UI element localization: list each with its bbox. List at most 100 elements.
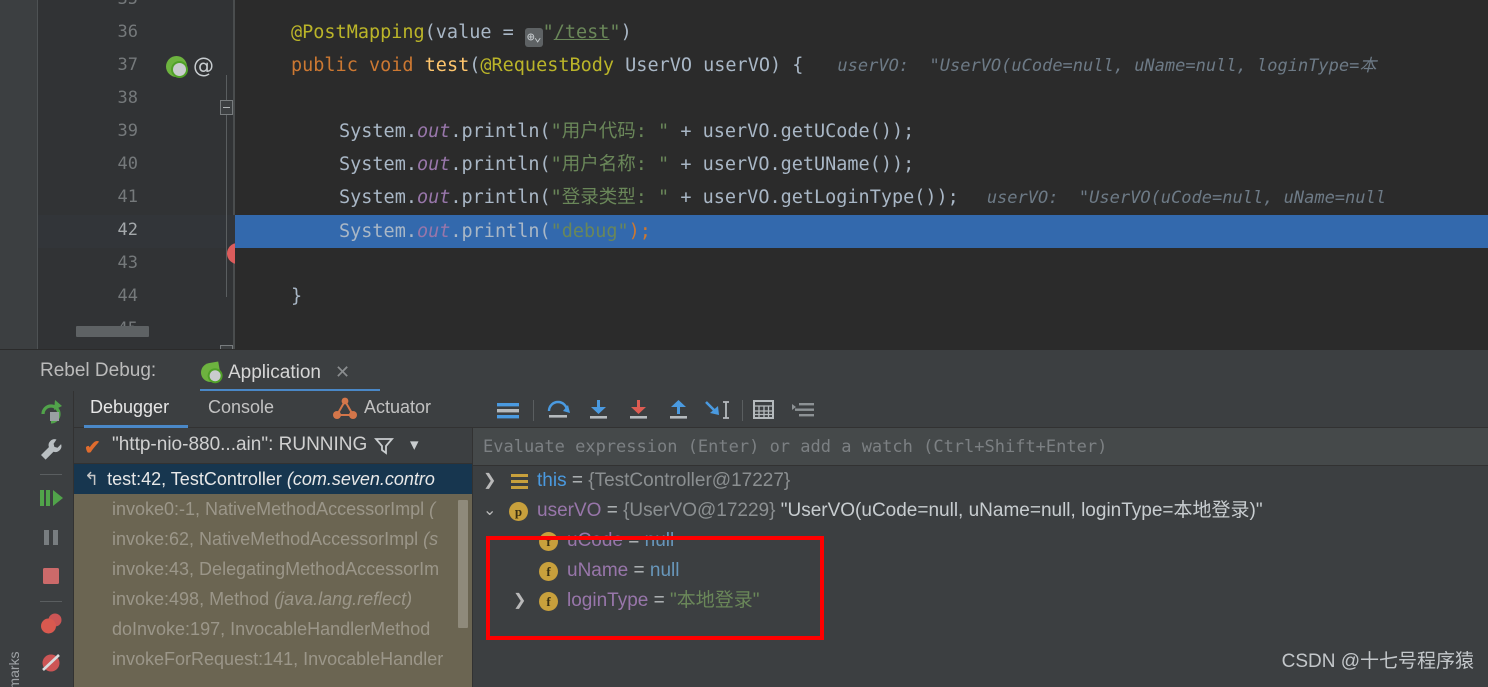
token-paren: ( <box>424 22 436 43</box>
tab-debugger[interactable]: Debugger <box>90 397 169 418</box>
rebel-debug-title: Rebel Debug: <box>40 360 157 381</box>
frame-label: invoke:62, NativeMethodAccessorImpl <box>112 529 424 549</box>
line-number: 43 <box>117 253 138 273</box>
chevron-down-icon[interactable]: ⌄ <box>483 496 496 526</box>
frames-vertical-scrollbar[interactable] <box>458 500 468 628</box>
variable-row-ucode[interactable]: f uCode = null <box>473 526 1488 556</box>
thread-selector-bar[interactable]: ✔ "http-nio-880...ain": RUNNING ▾ <box>74 428 472 464</box>
frames-list[interactable]: ↰ test:42, TestController (com.seven.cont… <box>74 464 472 687</box>
chevron-right-icon[interactable]: ❯ <box>483 466 496 496</box>
variable-name: uName = null <box>567 560 680 581</box>
rail-divider <box>40 474 62 475</box>
evaluate-expression-input[interactable]: Evaluate expression (Enter) or add a wat… <box>473 428 1488 466</box>
tab-actuator[interactable]: Actuator <box>364 397 431 418</box>
run-to-cursor-icon[interactable] <box>702 399 732 426</box>
variable-name: this = {TestController@17227} <box>537 470 791 491</box>
token-println: .println( <box>450 221 551 242</box>
token-requestbody: @RequestBody <box>480 55 615 76</box>
layout-settings-icon[interactable] <box>496 400 520 425</box>
fold-collapse-icon[interactable] <box>220 100 233 115</box>
token-call-logintype: userVO.getLoginType()); <box>702 187 959 208</box>
tab-application-label: Application <box>228 361 321 383</box>
frame-row[interactable]: invoke:62, NativeMethodAccessorImpl (s <box>74 524 472 554</box>
token-brace: ) { <box>769 55 804 76</box>
frames-panel[interactable]: ✔ "http-nio-880...ain": RUNNING ▾ ↰ test:… <box>74 428 472 687</box>
chevron-down-icon[interactable]: ▾ <box>410 435 419 455</box>
token-println: .println( <box>450 187 551 208</box>
stop-icon[interactable] <box>36 561 66 591</box>
inline-hint-line37: userVO: "UserVO(uCode=null, uName=null, … <box>837 56 1377 76</box>
tab-application[interactable]: Application ✕ <box>193 354 358 391</box>
token-out: out <box>416 187 451 208</box>
view-breakpoints-icon[interactable] <box>36 609 66 639</box>
step-into-icon[interactable] <box>586 399 612 426</box>
token-string-ucode: "用户代码: " <box>550 121 670 142</box>
token-string-uname: "用户名称: " <box>550 154 670 175</box>
line-number: 44 <box>117 286 138 306</box>
spring-bean-icon[interactable] <box>166 56 188 78</box>
tab-console[interactable]: Console <box>208 397 274 418</box>
chevron-right-icon[interactable]: ❯ <box>513 586 526 616</box>
frame-label: test:42, TestController <box>107 469 287 489</box>
frame-row[interactable]: doInvoke:197, InvocableHandlerMethod <box>74 614 472 644</box>
editor-horizontal-scrollbar[interactable] <box>76 326 149 337</box>
variable-name: loginType = "本地登录" <box>567 590 760 611</box>
stack-frame-icon <box>511 474 528 489</box>
token-out: out <box>416 154 451 175</box>
force-step-into-icon[interactable] <box>626 399 652 426</box>
bookmarks-tool-tab[interactable]: kmarks <box>6 634 22 687</box>
token-string-debug: "debug" <box>550 221 629 242</box>
frame-row[interactable]: invoke:498, Method (java.lang.reflect) <box>74 584 472 614</box>
mute-breakpoints-icon[interactable] <box>36 648 66 678</box>
screen-root: 35 36 37 38 39 40 41 42 43 44 45 @ @Post… <box>0 0 1488 687</box>
show-execution-point-icon[interactable] <box>790 399 816 426</box>
code-line-40: System.out.println("用户名称: " + userVO.get… <box>235 148 1488 181</box>
thread-status-text: "http-nio-880...ain": RUNNING <box>112 434 368 455</box>
filter-icon[interactable] <box>374 436 394 461</box>
pause-program-icon[interactable] <box>36 522 66 552</box>
token-plus: + <box>669 187 703 208</box>
frame-package: (s <box>423 529 439 549</box>
token-url-test[interactable]: /test <box>554 22 610 43</box>
token-void: void <box>368 55 414 76</box>
step-out-icon[interactable] <box>666 399 692 426</box>
token-equals: = <box>491 22 525 43</box>
variable-row-uservo[interactable]: ⌄ p userVO = {UserVO@17229} "UserVO(uCod… <box>473 496 1488 526</box>
toolbar-separator <box>533 400 534 421</box>
close-icon[interactable]: ✕ <box>335 362 350 383</box>
frame-row[interactable]: invokeForRequest:141, InvocableHandler <box>74 644 472 674</box>
field-badge-icon: f <box>539 532 558 551</box>
evaluate-placeholder: Evaluate expression (Enter) or add a wat… <box>483 437 1108 457</box>
editor-body[interactable]: 35 36 37 38 39 40 41 42 43 44 45 @ @Post… <box>38 0 1488 360</box>
line-number: 40 <box>117 154 138 174</box>
web-url-gutter-icon[interactable]: ⊕⌄ <box>524 28 543 47</box>
token-plus: + <box>669 121 703 142</box>
frame-row-active[interactable]: ↰ test:42, TestController (com.seven.cont… <box>74 464 472 494</box>
frame-row[interactable]: invoke0:-1, NativeMethodAccessorImpl ( <box>74 494 472 524</box>
token-out: out <box>416 121 451 142</box>
field-badge-icon: f <box>539 562 558 581</box>
token-param: userVO <box>703 55 770 76</box>
token-tail: ); <box>628 221 651 242</box>
code-line-41: System.out.println("登录类型: " + userVO.get… <box>235 181 1488 214</box>
annotation-icon[interactable]: @ <box>193 56 214 77</box>
line-number: 36 <box>117 22 138 42</box>
token-plus: + <box>669 154 703 175</box>
code-line-44: } <box>235 280 1488 313</box>
rerun-icon[interactable] <box>36 397 66 427</box>
variable-row-logintype[interactable]: ❯ f loginType = "本地登录" <box>473 586 1488 616</box>
frame-row[interactable]: invoke:43, DelegatingMethodAccessorIm <box>74 554 472 584</box>
frame-label: invoke0:-1, NativeMethodAccessorImpl <box>112 499 430 519</box>
frame-label: invoke:43, DelegatingMethodAccessorIm <box>112 559 440 579</box>
variable-row-this[interactable]: ❯ this = {TestController@17227} <box>473 466 1488 496</box>
code-line-42-selected: System.out.println("debug"); <box>235 215 1488 248</box>
resume-program-icon[interactable] <box>36 483 66 513</box>
frame-package: ( <box>429 499 436 519</box>
evaluate-expression-icon[interactable] <box>752 399 776 426</box>
settings-wrench-icon[interactable] <box>36 435 66 465</box>
step-over-icon[interactable] <box>546 399 572 426</box>
token-value-kw: value <box>435 22 492 43</box>
code-editor[interactable]: 35 36 37 38 39 40 41 42 43 44 45 @ @Post… <box>0 0 1488 360</box>
variable-row-uname[interactable]: f uName = null <box>473 556 1488 586</box>
code-surface[interactable]: @PostMapping(value = ⊕⌄ "/test") public v… <box>235 0 1488 349</box>
